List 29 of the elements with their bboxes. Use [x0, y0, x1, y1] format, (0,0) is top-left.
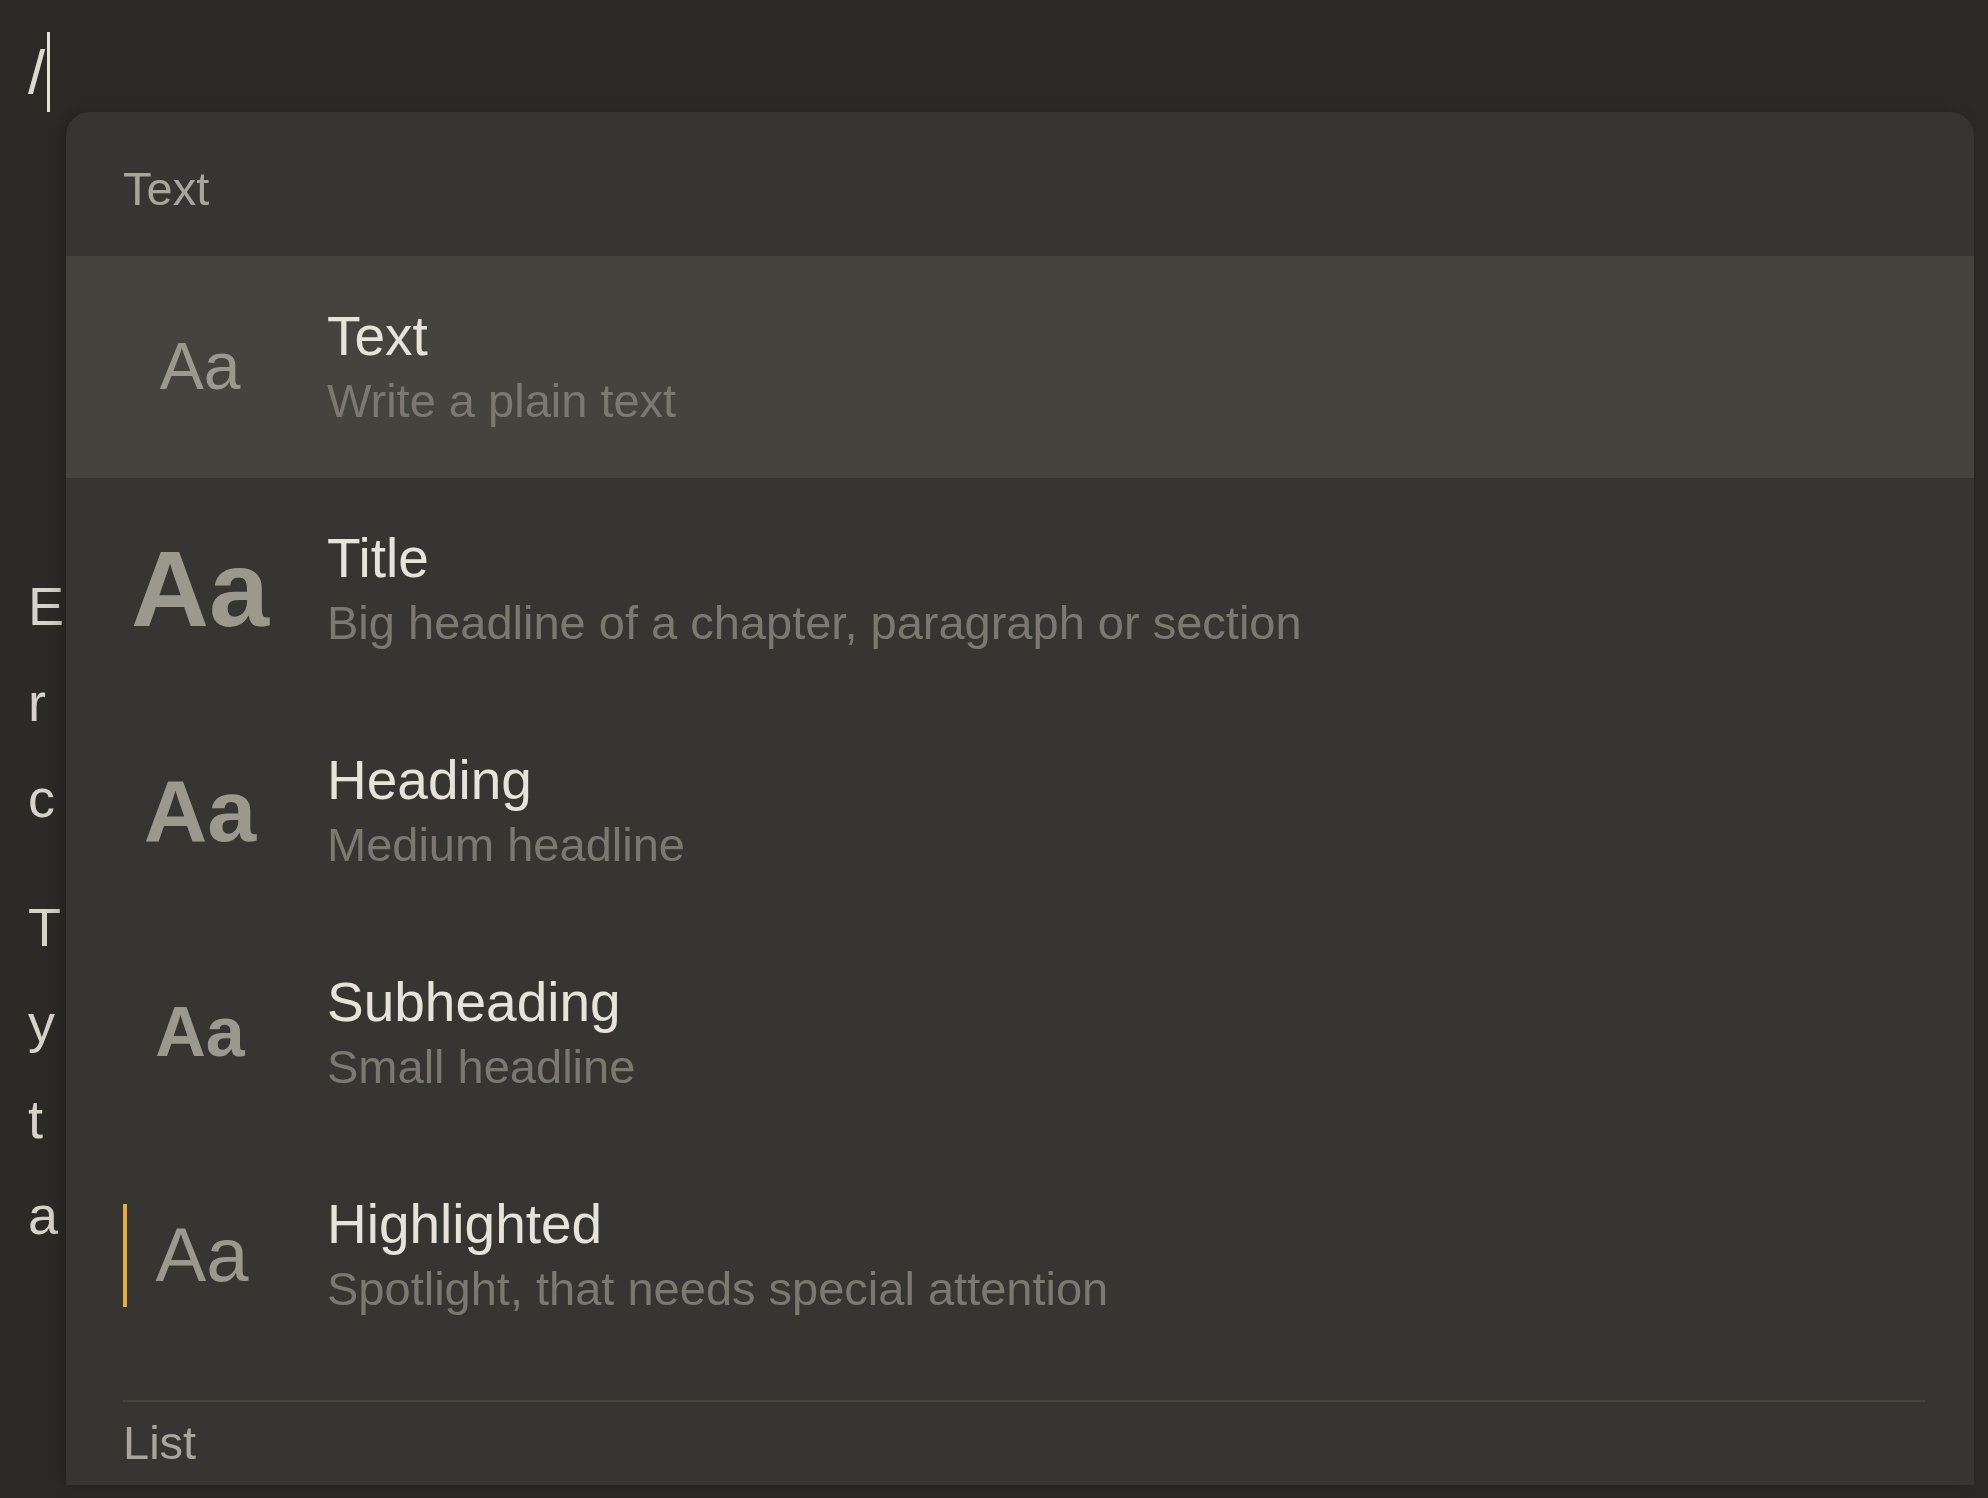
item-description: Small headline: [327, 1039, 636, 1095]
menu-item[interactable]: Aa Heading Medium headline: [66, 700, 1974, 922]
style-preview: Aa: [159, 332, 241, 402]
paragraph-line: r: [28, 671, 46, 734]
paragraph-line: y: [28, 992, 55, 1055]
typed-text: /: [28, 36, 46, 108]
menu-item[interactable]: Aa Subheading Small headline: [66, 922, 1974, 1144]
item-title: Text: [327, 304, 428, 369]
item-description: Spotlight, that needs special attention: [327, 1261, 1109, 1317]
paragraph-line: c: [28, 767, 55, 830]
item-title: Highlighted: [327, 1192, 603, 1257]
section-label: List: [123, 1416, 197, 1470]
paragraph-line: E: [28, 575, 65, 638]
item-title: Title: [327, 526, 429, 591]
menu-item[interactable]: Aa Highlighted Spotlight, that needs special attention: [66, 1144, 1974, 1366]
style-preview: Aa: [155, 1215, 249, 1295]
style-preview: Aa: [155, 996, 245, 1070]
paragraph-line: a: [28, 1184, 59, 1247]
paragraph-line: t: [28, 1088, 43, 1151]
highlight-bar-icon: [123, 1203, 127, 1307]
section-label: Text: [123, 162, 210, 216]
menu-item[interactable]: Aa Title Big headline of a chapter, paragraph or section: [66, 478, 1974, 700]
item-title: Heading: [327, 748, 532, 813]
item-description: Medium headline: [327, 817, 685, 873]
item-description: Big headline of a chapter, paragraph or section: [327, 595, 1302, 651]
style-preview: Aa: [130, 532, 270, 646]
paragraph-line: T: [28, 896, 61, 959]
item-title: Subheading: [327, 970, 621, 1035]
style-preview: Aa: [143, 764, 257, 858]
